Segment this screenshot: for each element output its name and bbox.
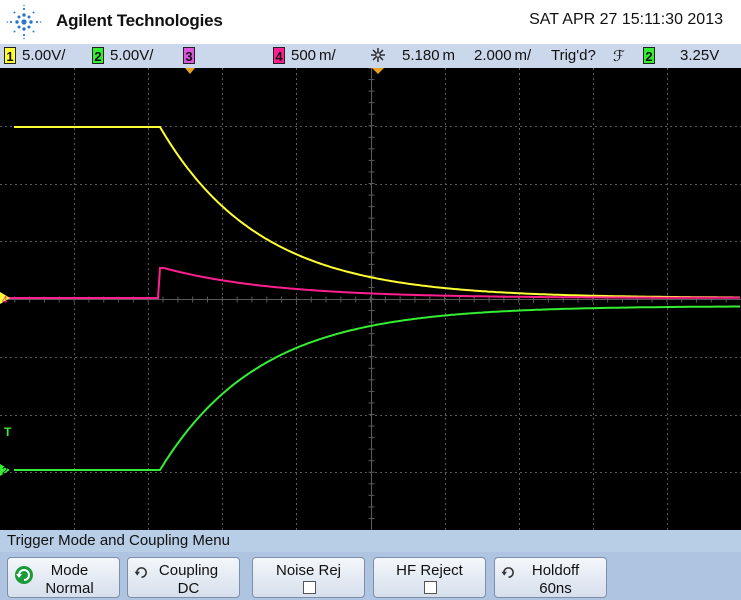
softkey-mode[interactable]: Mode Normal <box>7 557 120 598</box>
ch2-ground-label: 2 <box>2 466 8 477</box>
softkey-hf-reject-label: HF Reject <box>396 562 463 579</box>
ch1-waveform <box>14 126 740 299</box>
softkey-mode-value: Normal <box>45 580 94 597</box>
ch2-scale-group[interactable]: 2 5.00V/ <box>92 47 153 64</box>
delay-group[interactable]: 5.180 m <box>370 47 455 64</box>
trigger-source: 2 <box>643 47 655 64</box>
ch3-offset-marker <box>185 68 195 74</box>
menu-title: Trigger Mode and Coupling Menu <box>0 530 741 552</box>
ch4-ground-marker: 4 <box>2 295 8 306</box>
ch2-waveform <box>14 305 740 471</box>
brand-name: Agilent Technologies <box>56 11 223 30</box>
waveform-graticule: 4 2 T <box>0 68 741 530</box>
softkey-coupling-value: DC <box>177 580 200 597</box>
softkey-noise-rej-label: Noise Rej <box>275 562 342 579</box>
ch3-number: 3 <box>183 47 195 64</box>
trigger-level-marker: T <box>4 425 12 439</box>
ch4-number: 4 <box>273 47 285 64</box>
hf-reject-checkbox[interactable] <box>423 581 437 594</box>
softkey-coupling[interactable]: Coupling DC <box>127 557 240 598</box>
timebase-value[interactable]: 2.000 m/ <box>474 47 531 64</box>
delay-position-marker <box>372 68 384 74</box>
softkey-noise-rej[interactable]: Noise Rej <box>252 557 365 598</box>
ch1-number: 1 <box>4 47 16 64</box>
softkey-holdoff[interactable]: Holdoff 60ns <box>494 557 607 598</box>
softkey-holdoff-value: 60ns <box>539 580 572 597</box>
ch4-waveform <box>0 267 740 299</box>
trigger-source-group[interactable]: 2 <box>643 47 661 64</box>
trigger-level[interactable]: 3.25V <box>680 47 719 64</box>
ch2-scale: 5.00V/ <box>110 47 154 64</box>
softkey-holdoff-label: Holdoff <box>531 562 580 579</box>
softkey-hf-reject[interactable]: HF Reject <box>373 557 486 598</box>
title-bar: Agilent Technologies SAT APR 27 15:11:30… <box>0 0 741 44</box>
date-time: SAT APR 27 15:11:30 2013 <box>529 11 723 28</box>
status-bar: 1 5.00V/ 2 5.00V/ 3 4 500 m/ 5.180 m 2.000 … <box>0 44 741 68</box>
agilent-spark-icon <box>6 4 42 40</box>
softkey-coupling-label: Coupling <box>158 562 219 579</box>
waveform-display[interactable]: 4 2 T <box>0 68 741 530</box>
ch2-number: 2 <box>92 47 104 64</box>
trigger-slope-icon: ℱ <box>613 48 625 65</box>
ch1-scale-group[interactable]: 1 5.00V/ <box>4 47 65 64</box>
ch4-scale: 500 m/ <box>291 47 336 64</box>
ch4-scale-group[interactable]: 4 500 m/ <box>273 47 336 64</box>
softkey-mode-label: Mode <box>50 562 89 579</box>
ch1-scale: 5.00V/ <box>22 47 66 64</box>
delay-icon <box>371 48 385 62</box>
delay-value: 5.180 m <box>402 47 456 64</box>
trigger-status: Trig'd? <box>551 47 596 64</box>
ch3-group[interactable]: 3 <box>183 47 201 64</box>
noise-rej-checkbox[interactable] <box>302 581 316 594</box>
softkey-bar: Mode Normal Coupling DC Noise Rej HF Rej… <box>0 552 741 600</box>
